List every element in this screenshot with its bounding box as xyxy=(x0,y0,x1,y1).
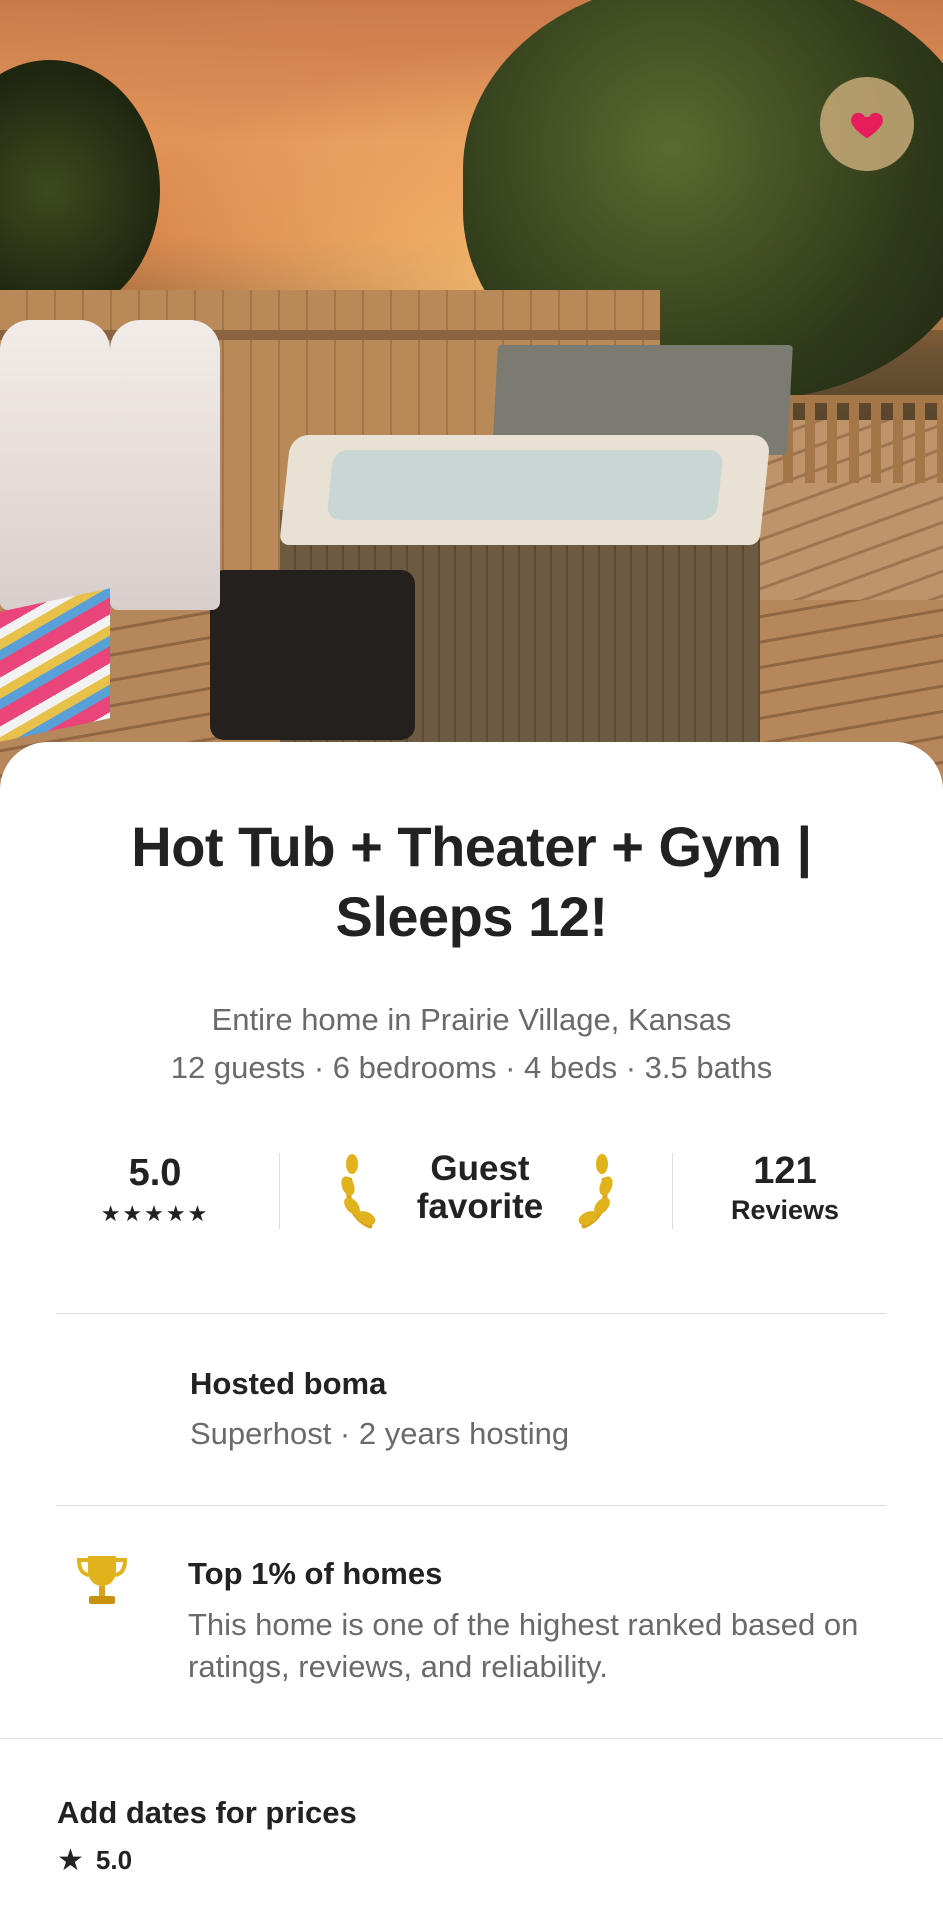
listing-summary: Entire home in Prairie Village, Kansas 1… xyxy=(40,996,903,1092)
host-meta: Superhost · 2 years hosting xyxy=(190,1416,570,1451)
listing-capacity: 12 guests · 6 bedrooms · 4 beds · 3.5 ba… xyxy=(170,1050,773,1085)
photo-robe xyxy=(0,320,110,610)
booking-rating: ★ 5.0 xyxy=(57,1843,132,1878)
laurel-right-icon xyxy=(578,1154,613,1229)
divider xyxy=(672,1153,673,1229)
listing-location: Entire home in Prairie Village, Kansas xyxy=(211,1002,732,1037)
listing-title: Hot Tub + Theater + Gym | Sleeps 12! xyxy=(131,815,812,948)
add-dates-link[interactable]: Add dates for prices xyxy=(57,1795,357,1831)
reviews-label: Reviews xyxy=(730,1195,840,1225)
laurel-left-icon xyxy=(341,1154,376,1229)
guest-favorite-line1: Guest xyxy=(430,1149,530,1188)
host-name: Hosted boma xyxy=(190,1366,387,1401)
listing-stats[interactable]: 5.0 ★★★★★ Guest favorite 121 Reviews xyxy=(55,1140,888,1245)
top-homes-highlight: Top 1% of homes This home is one of the … xyxy=(188,1556,888,1688)
booking-rating-value: 5.0 xyxy=(95,1845,133,1875)
photo-railing xyxy=(783,395,943,483)
wishlist-heart-button[interactable] xyxy=(820,77,914,171)
guest-favorite-badge: Guest favorite xyxy=(340,1150,620,1230)
divider xyxy=(279,1153,280,1229)
rating-value: 5.0 xyxy=(128,1152,182,1194)
guest-favorite-line2: favorite xyxy=(416,1187,544,1226)
heart-icon xyxy=(851,112,883,139)
rating-stat: 5.0 ★★★★★ xyxy=(90,1152,220,1227)
photo-towels xyxy=(0,588,110,742)
highlight-title: Top 1% of homes xyxy=(188,1556,443,1591)
section-divider xyxy=(56,1313,886,1314)
stars-icon: ★★★★★ xyxy=(100,1201,210,1226)
listing-photo[interactable] xyxy=(0,0,943,790)
photo-tub-water xyxy=(326,450,724,520)
photo-robe xyxy=(110,320,220,610)
host-info[interactable]: Hosted boma Superhost · 2 years hosting xyxy=(190,1366,569,1452)
highlight-description: This home is one of the highest ranked b… xyxy=(188,1607,859,1684)
trophy-icon xyxy=(76,1556,128,1604)
reviews-count: 121 xyxy=(753,1150,817,1192)
section-divider xyxy=(56,1505,886,1506)
guest-favorite-label: Guest favorite xyxy=(390,1150,570,1226)
reviews-stat[interactable]: 121 Reviews xyxy=(715,1150,855,1226)
star-icon: ★ xyxy=(57,1844,84,1877)
photo-tub-steps xyxy=(210,570,415,740)
